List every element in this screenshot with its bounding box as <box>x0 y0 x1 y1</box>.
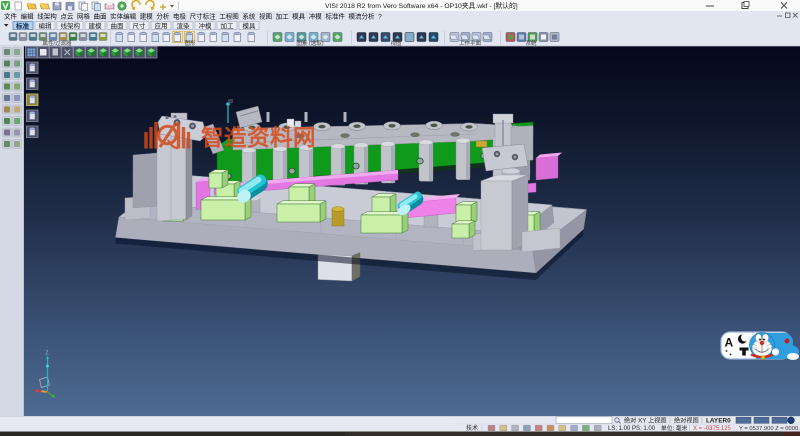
svg-text:VISI 2018 R2 from Vero Softwar: VISI 2018 R2 from Vero Software x64 - OP… <box>325 1 518 10</box>
svg-text:加工: 加工 <box>221 21 235 30</box>
svg-text:Z: Z <box>45 351 48 357</box>
svg-text:曲面: 曲面 <box>111 21 125 30</box>
svg-text:文件 编辑 线架构 点云 网格 曲面 实体编辑: 文件 编辑 线架构 点云 网格 曲面 实体编辑 建模 分析 电极 尺寸标注 工程… <box>4 12 382 21</box>
svg-text:尺寸: 尺寸 <box>133 21 147 30</box>
svg-text:绝对 XY 上视图: 绝对 XY 上视图 <box>624 417 667 425</box>
svg-text:编辑: 编辑 <box>39 21 53 30</box>
svg-text:标准: 标准 <box>15 21 30 30</box>
svg-text:X = -0375.125: X = -0375.125 <box>693 426 732 432</box>
svg-text:模具: 模具 <box>243 21 257 30</box>
svg-text:LAYER0: LAYER0 <box>706 418 731 425</box>
svg-text:建模: 建模 <box>89 21 103 30</box>
svg-text:应用: 应用 <box>155 21 168 30</box>
svg-text:LS: 1.00 PS: 1.00: LS: 1.00 PS: 1.00 <box>608 426 656 432</box>
svg-text:绝对视图: 绝对视图 <box>674 417 699 425</box>
svg-text:智造资料网: 智造资料网 <box>201 125 316 151</box>
svg-text:单位: 毫米: 单位: 毫米 <box>661 424 688 432</box>
svg-text:冲模: 冲模 <box>199 21 213 30</box>
svg-text:线架构: 线架构 <box>61 21 81 30</box>
svg-text:技术: 技术 <box>466 424 478 432</box>
svg-text:A: A <box>725 336 734 350</box>
svg-text:渲染: 渲染 <box>177 21 191 30</box>
svg-text:Y = 0537.900 Z = 0000.000: Y = 0537.900 Z = 0000.000 <box>739 426 800 432</box>
